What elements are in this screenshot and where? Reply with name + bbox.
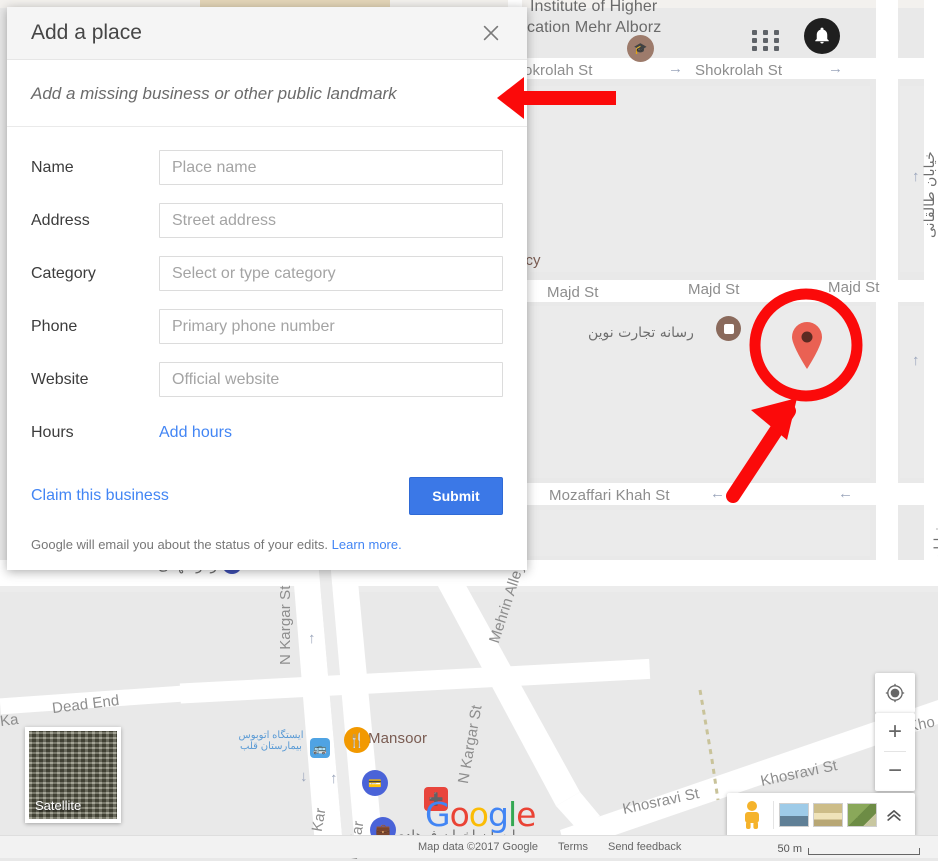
atm-poi-icon[interactable]: 💳 [362,770,388,796]
map-marker-pin[interactable] [789,320,825,370]
zoom-in-button[interactable]: + [875,713,915,751]
layer-thumb-terrain[interactable] [813,803,844,827]
logo-letter-l: l [507,795,517,834]
add-a-place-dialog: Add a place Add a missing business or ot… [7,7,527,570]
my-location-button[interactable] [875,673,915,713]
grid-dot [763,37,768,43]
close-x-glyph [483,25,499,41]
dialog-header: Add a place [7,7,527,60]
label-category: Category [31,264,96,282]
pegman-glyph [744,801,759,829]
google-logo[interactable]: Google [425,795,536,834]
school-poi-icon[interactable]: 🎓 [627,35,654,62]
label-website: Website [31,370,89,388]
chevron-up-icon[interactable] [879,805,909,825]
zoom-out-button[interactable]: − [875,752,915,790]
logo-letter-g2: g [487,795,509,834]
grid-dot [752,45,757,51]
label-hours: Hours [31,423,74,441]
bus-stop-poi-icon[interactable]: 🚌 [310,738,330,758]
dialog-footnote: Google will email you about the status o… [7,515,527,552]
dialog-actions: Claim this business Submit [7,459,527,515]
pegman-icon[interactable] [733,800,770,830]
form-row-category: Category [31,247,503,300]
form-row-website: Website [31,353,503,406]
logo-letter-g1: G [425,795,451,834]
map-attribution: Map data ©2017 Google [418,841,539,853]
logo-letter-o2: o [468,795,489,834]
terms-link[interactable]: Terms [558,841,588,853]
phone-input[interactable] [159,309,503,344]
logo-letter-o1: o [449,795,470,834]
grid-dot [774,37,779,43]
satellite-layer-button[interactable]: Satellite [25,727,121,823]
map-layers-bar [727,793,915,837]
scale-text: 50 m [777,843,802,855]
grid-dot [752,29,757,35]
label-name: Name [31,158,74,176]
website-input[interactable] [159,362,503,397]
add-place-form: Name Address Category Phone Website Hour… [7,127,527,459]
form-row-hours: Hours Add hours [31,406,503,459]
building-poi-icon[interactable] [716,316,741,341]
address-input[interactable] [159,203,503,238]
name-input[interactable] [159,150,503,185]
grid-dot [774,45,779,51]
satellite-thumbnail-image: Satellite [29,731,117,819]
grid-dot [763,45,768,51]
dialog-subtitle: Add a missing business or other public l… [7,60,527,127]
form-row-name: Name [31,141,503,194]
layers-separator [773,801,775,829]
layer-thumb-satellite[interactable] [779,803,810,827]
grid-dot [752,37,757,43]
grid-dot [774,29,779,35]
label-address: Address [31,211,90,229]
scale-bar [808,848,920,855]
submit-button[interactable]: Submit [409,477,503,515]
form-row-phone: Phone [31,300,503,353]
dialog-title: Add a place [31,21,142,44]
notification-bell-button[interactable] [804,18,840,54]
category-input[interactable] [159,256,503,291]
zoom-controls: + − [875,713,915,791]
layer-thumb-earth[interactable] [847,803,878,827]
restaurant-poi-icon[interactable]: 🍴 [344,727,370,753]
label-phone: Phone [31,317,78,335]
bell-icon [815,27,829,44]
add-hours-link[interactable]: Add hours [159,424,232,442]
send-feedback-link[interactable]: Send feedback [608,841,681,853]
map-footer: Map data ©2017 Google Terms Send feedbac… [0,835,938,858]
my-location-icon [885,683,905,703]
claim-this-business-link[interactable]: Claim this business [31,487,409,505]
form-row-address: Address [31,194,503,247]
logo-letter-e: e [516,795,536,834]
apps-grid-icon[interactable] [749,22,785,58]
footnote-text: Google will email you about the status o… [31,537,328,552]
grid-dot [763,29,768,35]
close-icon[interactable] [471,13,511,53]
satellite-label: Satellite [35,798,82,813]
map-scale: 50 m [778,843,920,855]
chevron-up-glyph [887,810,901,821]
learn-more-link[interactable]: Learn more. [332,537,402,552]
